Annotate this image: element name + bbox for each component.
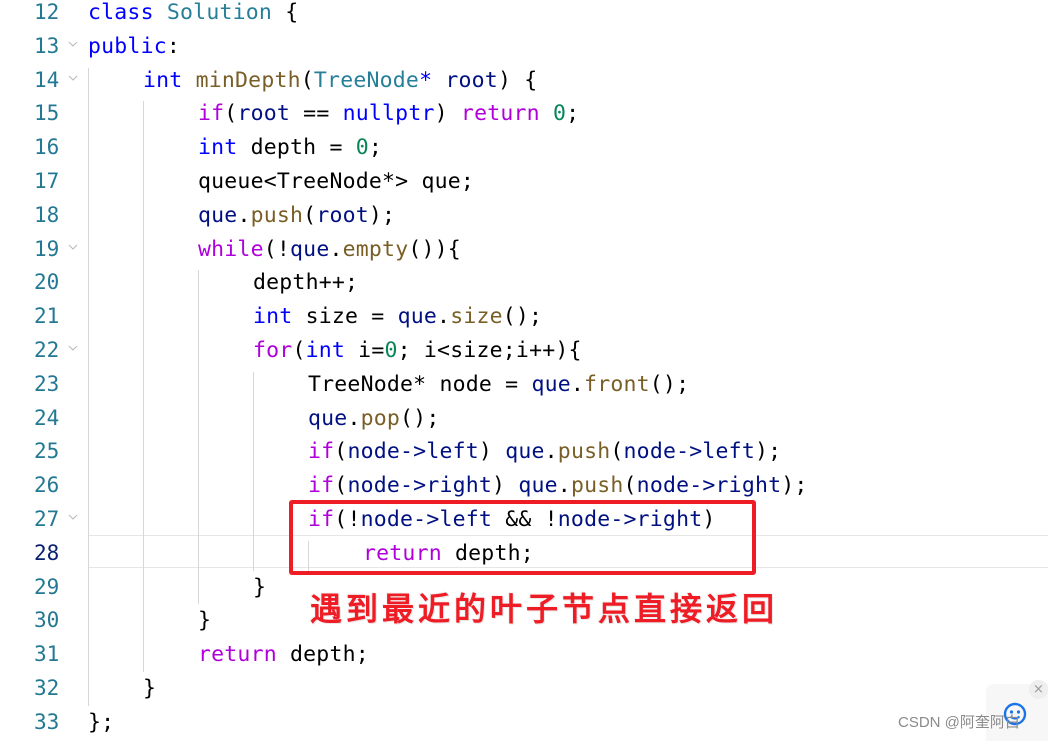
watermark: CSDN @阿奎阿白	[898, 714, 1020, 731]
code-text: while(!que.empty()){	[198, 236, 461, 262]
line-number: 30	[34, 608, 60, 633]
code-line[interactable]: 13 public:	[0, 30, 1048, 64]
code-text: }	[253, 574, 267, 600]
code-line[interactable]: 32}	[0, 672, 1048, 706]
line-number: 21	[34, 304, 60, 329]
line-number: 32	[34, 676, 60, 700]
code-line[interactable]: 22 for(int i=0; i<size;i++){	[0, 334, 1048, 368]
code-text: int size = que.size();	[253, 304, 543, 330]
code-text: int minDepth(TreeNode* root) {	[143, 67, 538, 93]
code-text: }	[198, 608, 212, 634]
code-line[interactable]: 26 if(node->right) que.push(node->right);	[0, 469, 1048, 503]
line-number: 15	[34, 101, 60, 126]
code-line[interactable]: 24 que.pop();	[0, 402, 1048, 436]
fold-chevron-icon[interactable]	[68, 39, 78, 49]
code-text: if(node->left) que.push(node->left);	[308, 439, 782, 465]
code-text: for(int i=0; i<size;i++){	[253, 338, 582, 363]
code-text: que.pop();	[308, 405, 440, 431]
fold-chevron-icon[interactable]	[68, 512, 78, 522]
code-line[interactable]: 18 que.push(root);	[0, 199, 1048, 233]
fold-chevron-icon[interactable]	[68, 343, 78, 353]
code-text: que.push(root);	[198, 202, 396, 228]
code-line[interactable]: 17 queue<TreeNode*> que;	[0, 165, 1048, 199]
code-line[interactable]: 20 depth++;	[0, 266, 1048, 300]
indent-guide	[253, 371, 254, 571]
line-number: 14	[34, 67, 60, 92]
line-number: 33	[34, 709, 60, 734]
code-text: };	[88, 709, 115, 735]
line-number: 17	[34, 169, 60, 193]
line-number: 28	[34, 540, 60, 565]
highlight-box	[289, 500, 756, 575]
code-line[interactable]: 15 if(root == nullptr) return 0;	[0, 97, 1048, 131]
code-text: int depth = 0;	[198, 135, 383, 161]
code-line[interactable]: 25 if(node->left) que.push(node->left);	[0, 435, 1048, 469]
indent-guide	[198, 270, 199, 605]
line-number: 12	[34, 0, 60, 24]
close-widget-button[interactable]: ×	[1029, 680, 1048, 699]
code-text: TreeNode* node = que.front();	[308, 371, 690, 397]
line-number: 31	[34, 642, 60, 667]
code-line[interactable]: 33};	[0, 706, 1048, 740]
code-line[interactable]: 23 TreeNode* node = que.front();	[0, 368, 1048, 402]
indent-guide	[88, 67, 89, 706]
code-line[interactable]: 14 int minDepth(TreeNode* root) {	[0, 64, 1048, 98]
code-text: if(root == nullptr) return 0;	[198, 101, 580, 127]
line-number: 22	[34, 338, 60, 362]
code-text: public:	[88, 33, 181, 59]
code-text: class Solution {	[88, 0, 299, 25]
code-line[interactable]: 31 return depth;	[0, 638, 1048, 672]
line-number: 13	[34, 33, 60, 58]
code-text: if(node->right) que.push(node->right);	[308, 473, 808, 499]
line-number: 20	[34, 270, 60, 295]
fold-chevron-icon[interactable]	[68, 73, 78, 83]
line-number: 24	[34, 405, 60, 430]
code-text: queue<TreeNode*> que;	[198, 169, 475, 194]
code-text: return depth;	[198, 642, 369, 668]
code-text: depth++;	[253, 270, 359, 296]
fold-chevron-icon[interactable]	[68, 242, 78, 252]
code-text: }	[143, 676, 157, 701]
code-line[interactable]: 19 while(!que.empty()){	[0, 233, 1048, 267]
line-number: 27	[34, 507, 60, 531]
line-number: 23	[34, 371, 60, 396]
line-number: 18	[34, 202, 60, 227]
line-number: 25	[34, 439, 60, 464]
annotation-text: 遇到最近的叶子节点直接返回	[310, 590, 779, 628]
line-number: 16	[34, 135, 60, 160]
line-number: 29	[34, 574, 60, 599]
line-number: 19	[34, 236, 60, 261]
code-line[interactable]: 21 int size = que.size();	[0, 300, 1048, 334]
line-number: 26	[34, 473, 60, 498]
code-line[interactable]: 16 int depth = 0;	[0, 131, 1048, 165]
indent-guide	[143, 101, 144, 672]
code-line[interactable]: 12 class Solution {	[0, 0, 1048, 30]
